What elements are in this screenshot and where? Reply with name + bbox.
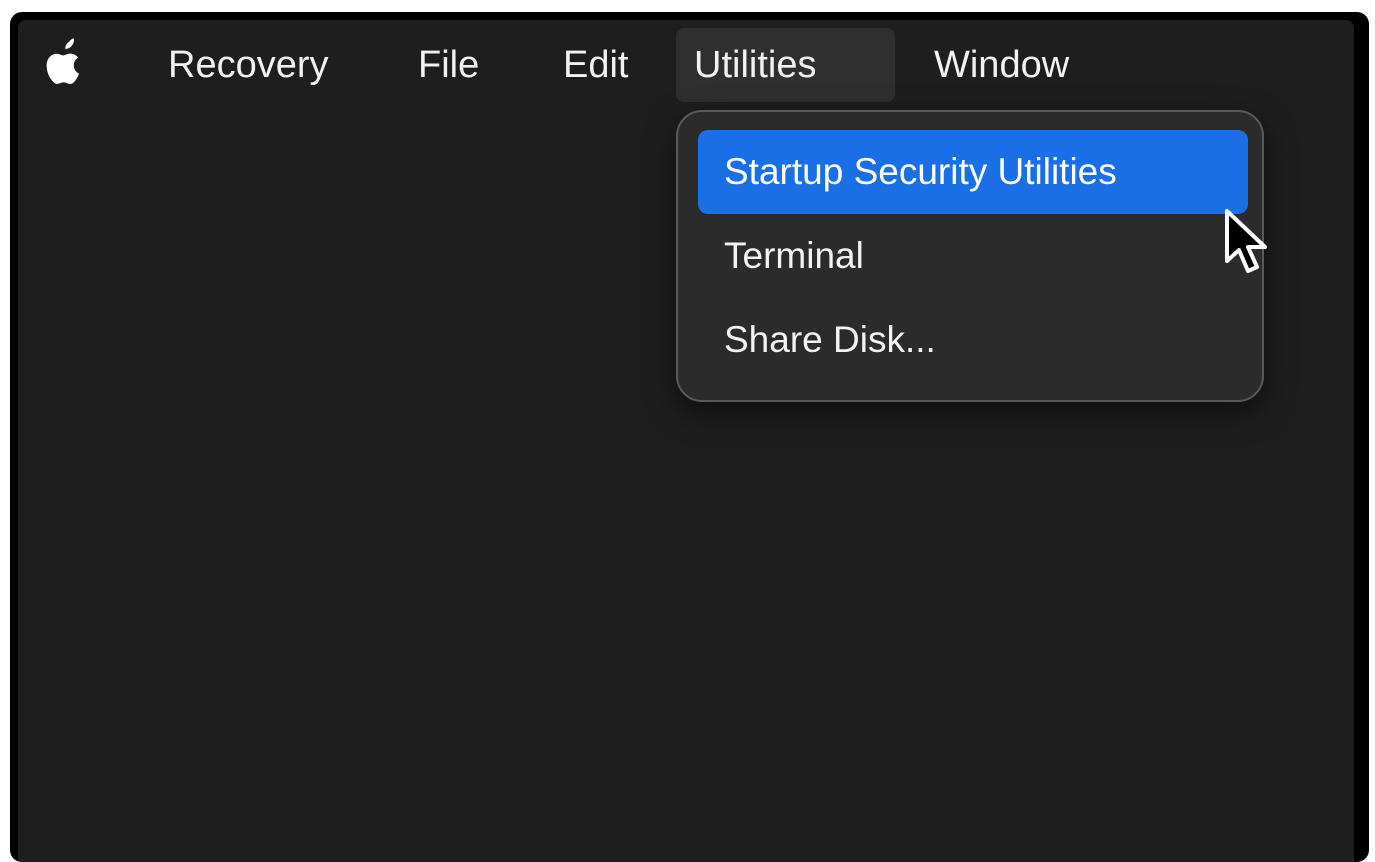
menu-item-share-disk[interactable]: Share Disk... bbox=[698, 298, 1248, 382]
menu-item-startup-security-utilities[interactable]: Startup Security Utilities bbox=[698, 130, 1248, 214]
menu-window[interactable]: Window bbox=[916, 28, 1087, 102]
screen-bezel: Recovery File Edit Utilities Window Star… bbox=[10, 12, 1369, 862]
recovery-desktop: Recovery File Edit Utilities Window Star… bbox=[18, 20, 1354, 862]
menu-file[interactable]: File bbox=[400, 28, 497, 102]
menu-item-terminal[interactable]: Terminal bbox=[698, 214, 1248, 298]
menu-utilities[interactable]: Utilities bbox=[676, 28, 895, 102]
utilities-dropdown-menu: Startup Security Utilities Terminal Shar… bbox=[676, 110, 1264, 402]
apple-logo-icon[interactable] bbox=[36, 34, 88, 94]
menu-edit[interactable]: Edit bbox=[545, 28, 646, 102]
menu-bar: Recovery File Edit Utilities Window bbox=[18, 20, 1354, 112]
mouse-pointer-icon bbox=[1224, 208, 1272, 278]
menu-recovery[interactable]: Recovery bbox=[150, 28, 347, 102]
